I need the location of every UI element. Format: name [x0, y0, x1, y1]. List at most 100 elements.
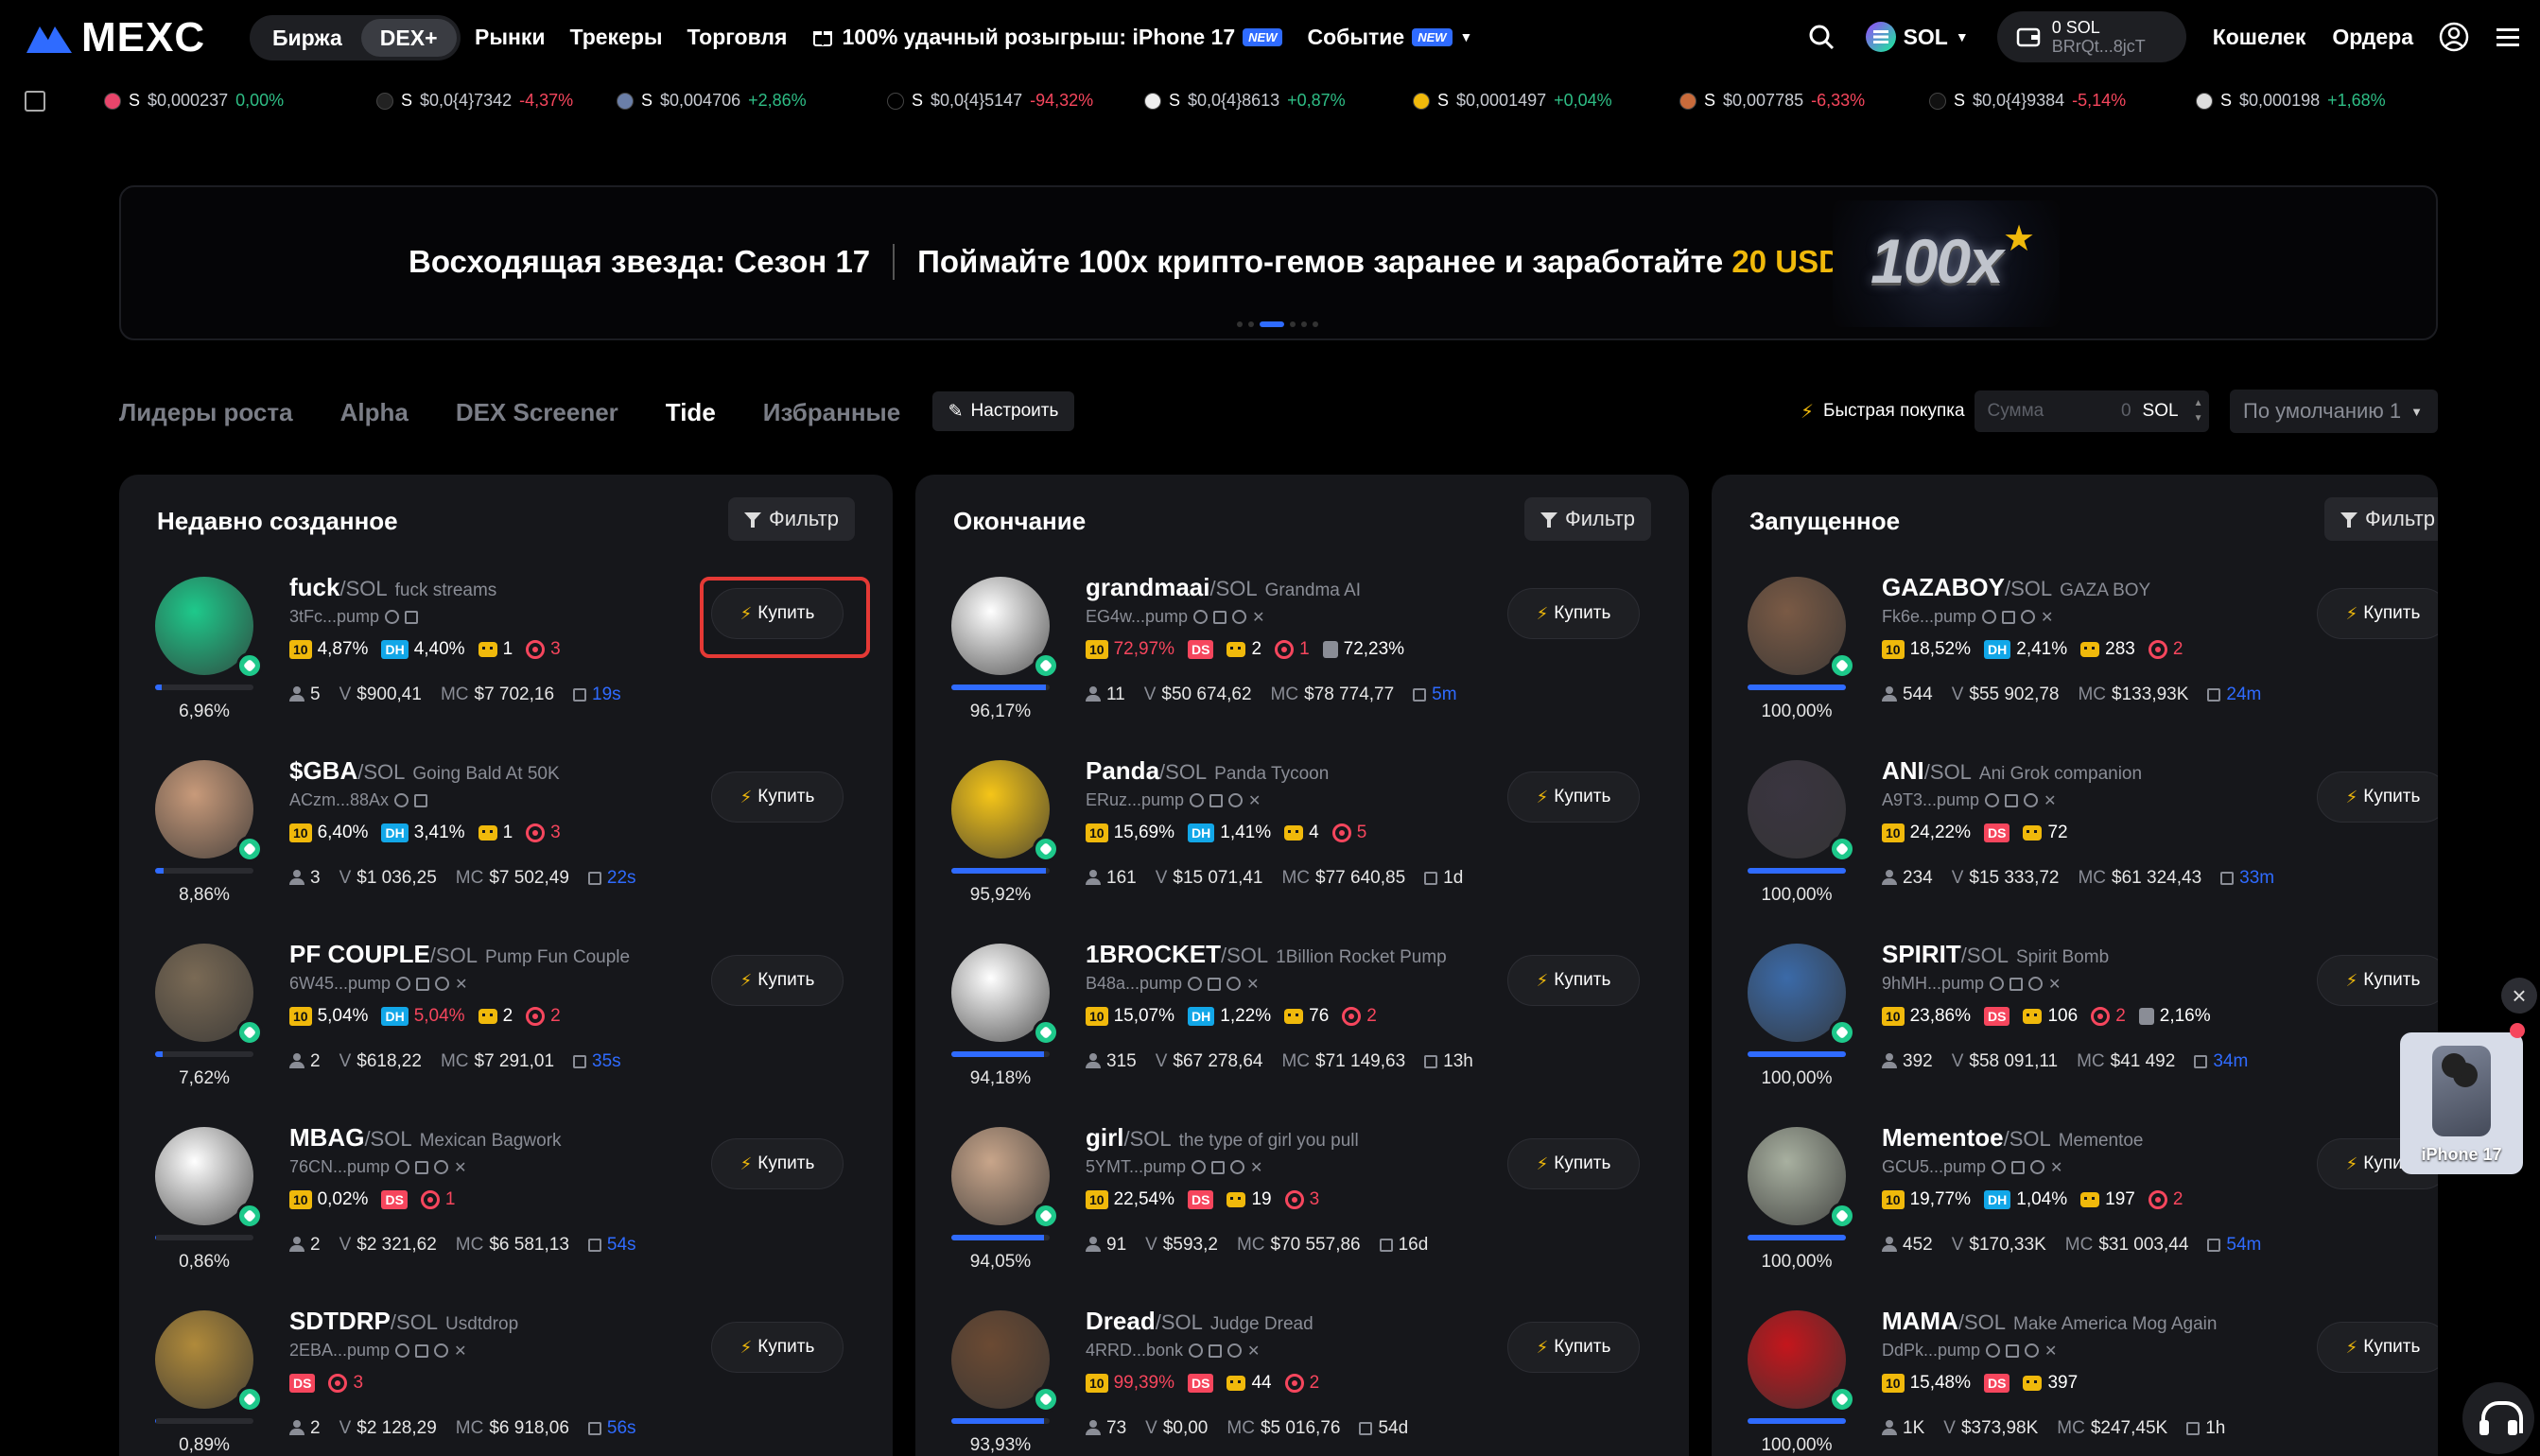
- token-name[interactable]: SPIRIT/SOL Spirit Bomb: [1882, 940, 2109, 969]
- buy-button[interactable]: ⚡ Купить: [711, 1138, 844, 1189]
- token-card[interactable]: 95,92% Panda/SOL Panda Tycoon ERuz...pump ✕ 1…: [915, 743, 1689, 927]
- token-card[interactable]: 0,89% SDTDRP/SOL Usdtdrop 2EBA...pump ✕ DS 3 2 V…: [119, 1293, 893, 1456]
- ticker-item[interactable]: S $0,004706 +2,86%: [617, 91, 807, 111]
- buy-button[interactable]: ⚡ Купить: [1507, 1322, 1640, 1373]
- copy-icon[interactable]: [2005, 793, 2019, 807]
- nav-markets[interactable]: Рынки: [475, 25, 546, 50]
- carousel-dot[interactable]: [1237, 321, 1243, 327]
- token-name[interactable]: $GBA/SOL Going Bald At 50K: [289, 756, 560, 786]
- nav-events[interactable]: Событие NEW ▼: [1307, 25, 1472, 50]
- ticker-item[interactable]: S $0,000198 +1,68%: [2196, 91, 2386, 111]
- nav-trade[interactable]: Торговля: [687, 25, 788, 50]
- search-icon[interactable]: [395, 1160, 410, 1174]
- buy-button[interactable]: ⚡ Купить: [711, 1322, 844, 1373]
- globe-icon[interactable]: [1230, 1160, 1245, 1174]
- tab-favorites[interactable]: Избранные: [763, 398, 900, 427]
- token-name[interactable]: PF COUPLE/SOL Pump Fun Couple: [289, 940, 630, 969]
- x-icon[interactable]: ✕: [455, 975, 467, 994]
- ticker-item[interactable]: S $0,007785 -6,33%: [1679, 91, 1865, 111]
- carousel-dot[interactable]: [1313, 321, 1318, 327]
- copy-icon[interactable]: [415, 1343, 429, 1358]
- close-icon[interactable]: ×: [2501, 978, 2537, 1014]
- token-card[interactable]: 94,05% girl/SOL the type of girl you pull 5…: [915, 1110, 1689, 1293]
- iphone-promo-widget[interactable]: iPhone 17: [2400, 1032, 2523, 1174]
- configure-button[interactable]: ✎ Настроить: [932, 391, 1074, 431]
- buy-button[interactable]: ⚡ Купить: [2317, 588, 2438, 639]
- search-icon[interactable]: [396, 977, 411, 991]
- ticker-item[interactable]: S $0,000237 0,00%: [104, 91, 284, 111]
- search-icon[interactable]: [1190, 793, 1205, 807]
- globe-icon[interactable]: [2030, 1160, 2045, 1174]
- sort-select[interactable]: По умолчанию 1 ▼: [2230, 390, 2438, 433]
- search-icon[interactable]: [1992, 1160, 2007, 1174]
- search-icon[interactable]: [1982, 610, 1997, 624]
- buy-button[interactable]: ⚡ Купить: [1507, 1138, 1640, 1189]
- menu-icon[interactable]: [2495, 26, 2521, 48]
- promo-banner[interactable]: Восходящая звезда: Сезон 17 Поймайте 100…: [119, 185, 2438, 340]
- token-name[interactable]: SDTDRP/SOL Usdtdrop: [289, 1307, 518, 1336]
- search-icon[interactable]: [1192, 1160, 1207, 1174]
- token-card[interactable]: 100,00% ANI/SOL Ani Grok companion A9T3...p…: [1712, 743, 2438, 927]
- copy-icon[interactable]: [2009, 977, 2024, 991]
- quick-buy-amount-input[interactable]: Сумма 0 SOL ▲ ▼: [1974, 390, 2209, 432]
- wallet-link[interactable]: Кошелек: [2213, 25, 2306, 50]
- search-icon[interactable]: [385, 610, 400, 624]
- token-card[interactable]: 100,00% Mementoe/SOL Mementoe GCU5...pump ✕ 1…: [1712, 1110, 2438, 1293]
- search-icon[interactable]: [1986, 1343, 2001, 1358]
- search-icon[interactable]: [395, 1343, 410, 1358]
- globe-icon[interactable]: [435, 977, 450, 991]
- ticker-item[interactable]: S $0,0001497 +0,04%: [1413, 91, 1612, 111]
- filter-button[interactable]: Фильтр: [1524, 497, 1651, 541]
- globe-icon[interactable]: [1227, 1343, 1243, 1358]
- copy-icon[interactable]: [415, 1160, 429, 1174]
- x-icon[interactable]: ✕: [1252, 608, 1264, 627]
- token-name[interactable]: MBAG/SOL Mexican Bagwork: [289, 1123, 562, 1153]
- buy-button[interactable]: ⚡ Купить: [2317, 771, 2438, 823]
- token-name[interactable]: GAZABOY/SOL GAZA BOY: [1882, 573, 2150, 602]
- copy-icon[interactable]: [2006, 1343, 2020, 1358]
- x-icon[interactable]: ✕: [2050, 1158, 2062, 1177]
- orders-link[interactable]: Ордера: [2332, 25, 2413, 50]
- token-card[interactable]: 100,00% GAZABOY/SOL GAZA BOY Fk6e...pump ✕ 10…: [1712, 560, 2438, 743]
- search-icon[interactable]: [1188, 977, 1203, 991]
- token-card[interactable]: 7,62% PF COUPLE/SOL Pump Fun Couple 6W45...…: [119, 927, 893, 1110]
- carousel-dot-active[interactable]: [1260, 321, 1284, 327]
- search-icon[interactable]: [1807, 23, 1835, 51]
- carousel-dot[interactable]: [1301, 321, 1307, 327]
- token-name[interactable]: fuck/SOL fuck streams: [289, 573, 496, 602]
- token-name[interactable]: ANI/SOL Ani Grok companion: [1882, 756, 2142, 786]
- search-icon[interactable]: [1990, 977, 2005, 991]
- buy-button[interactable]: ⚡ Купить: [1507, 955, 1640, 1006]
- token-card[interactable]: 93,93% Dread/SOL Judge Dread 4RRD...bonk ✕ 10…: [915, 1293, 1689, 1456]
- exchange-dex-switch[interactable]: Биржа DEX+: [250, 15, 461, 61]
- search-icon[interactable]: [394, 793, 409, 807]
- user-icon[interactable]: [2438, 21, 2470, 53]
- x-icon[interactable]: ✕: [1246, 975, 1259, 994]
- buy-button[interactable]: ⚡ Купить: [1507, 771, 1640, 823]
- buy-button[interactable]: ⚡ Купить: [711, 955, 844, 1006]
- globe-icon[interactable]: [2025, 1343, 2040, 1358]
- copy-icon[interactable]: [1209, 1343, 1223, 1358]
- x-icon[interactable]: ✕: [454, 1158, 466, 1177]
- copy-icon[interactable]: [1213, 610, 1227, 624]
- chart-icon[interactable]: [25, 91, 45, 112]
- token-name[interactable]: MAMA/SOL Make America Mog Again: [1882, 1307, 2217, 1336]
- token-card[interactable]: 8,86% $GBA/SOL Going Bald At 50K ACzm...88A…: [119, 743, 893, 927]
- token-card[interactable]: 96,17% grandmaai/SOL Grandma AI EG4w...pump…: [915, 560, 1689, 743]
- nav-giveaway[interactable]: 100% удачный розыгрыш: iPhone 17 NEW: [811, 25, 1283, 50]
- copy-icon[interactable]: [416, 977, 430, 991]
- copy-icon[interactable]: [405, 610, 419, 624]
- chain-selector[interactable]: SOL ▼: [1865, 22, 1969, 52]
- x-icon[interactable]: ✕: [2041, 608, 2053, 627]
- globe-icon[interactable]: [1227, 977, 1242, 991]
- x-icon[interactable]: ✕: [1248, 791, 1261, 810]
- token-name[interactable]: Panda/SOL Panda Tycoon: [1086, 756, 1329, 786]
- token-card[interactable]: 0,86% MBAG/SOL Mexican Bagwork 76CN...pump ✕…: [119, 1110, 893, 1293]
- token-name[interactable]: 1BROCKET/SOL 1Billion Rocket Pump: [1086, 940, 1447, 969]
- carousel-dot[interactable]: [1290, 321, 1296, 327]
- globe-icon[interactable]: [1232, 610, 1247, 624]
- token-card[interactable]: 100,00% SPIRIT/SOL Spirit Bomb 9hMH...pump ✕…: [1712, 927, 2438, 1110]
- globe-icon[interactable]: [1228, 793, 1244, 807]
- filter-button[interactable]: Фильтр: [2324, 497, 2438, 541]
- globe-icon[interactable]: [2028, 977, 2044, 991]
